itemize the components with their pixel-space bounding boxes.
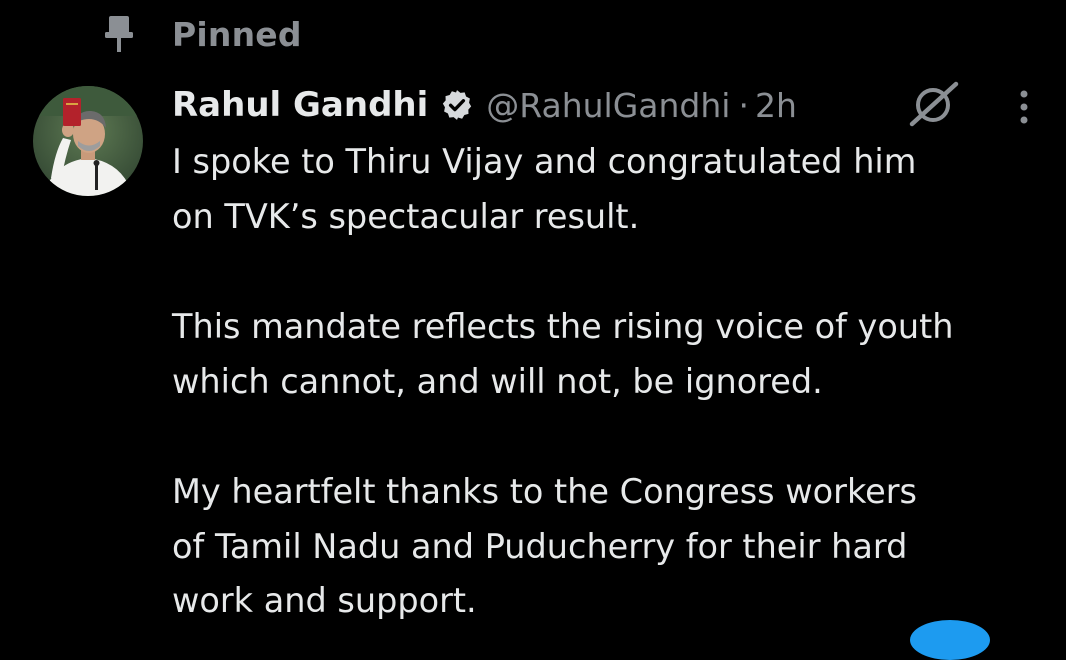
display-name[interactable]: Rahul Gandhi (172, 85, 428, 125)
separator-dot: · (738, 85, 749, 125)
tweet-header: Rahul Gandhi @RahulGandhi · 2h (172, 78, 797, 132)
pinned-label: Pinned (172, 14, 302, 54)
compose-button[interactable] (910, 620, 990, 660)
more-vertical-icon[interactable] (1010, 86, 1038, 126)
avatar[interactable] (33, 86, 143, 196)
tweet-paragraph: My heartfelt thanks to the Congress work… (172, 472, 917, 620)
tweet-paragraph: I spoke to Thiru Vijay and congratulated… (172, 142, 917, 236)
tweet-body[interactable]: I spoke to Thiru Vijay and congratulated… (172, 135, 1052, 629)
timestamp[interactable]: 2h (755, 86, 797, 125)
pinned-indicator: Pinned (104, 12, 302, 56)
verified-badge-icon[interactable] (440, 88, 474, 122)
pin-icon (104, 14, 138, 54)
user-handle[interactable]: @RahulGandhi (486, 86, 730, 125)
grok-icon[interactable] (906, 80, 960, 128)
tweet-paragraph: This mandate reflects the rising voice o… (172, 307, 954, 401)
